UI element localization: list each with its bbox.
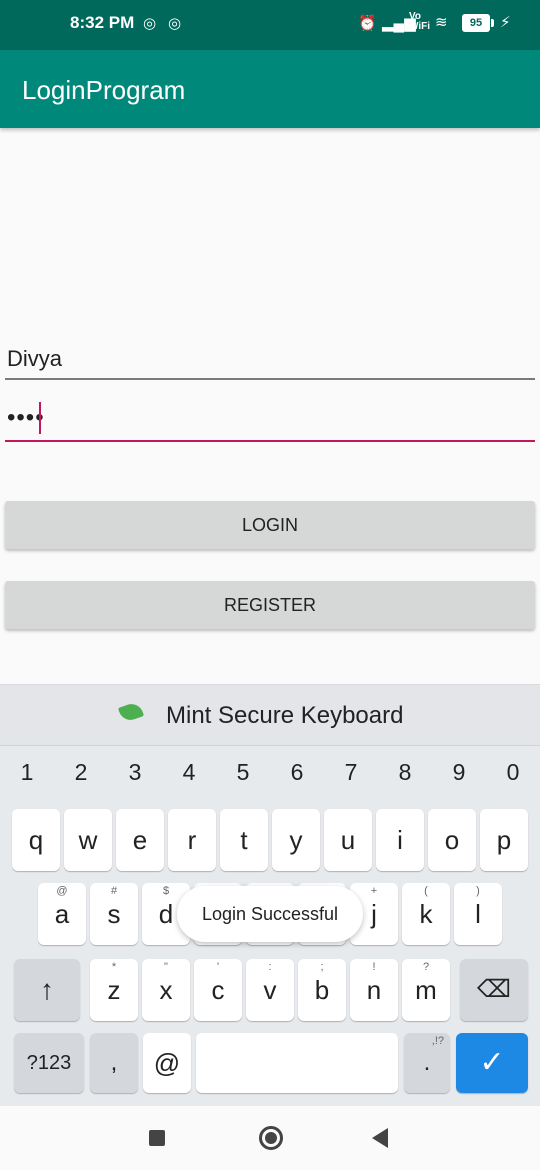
register-button[interactable]: REGISTER (5, 581, 535, 629)
key-hint: " (164, 961, 168, 973)
username-field[interactable]: Divya (5, 336, 535, 380)
battery-tip (491, 19, 494, 27)
wifi-icon: ≋ (435, 14, 448, 31)
checkmark-icon: ✓ (479, 1046, 505, 1079)
comma-key[interactable]: , (90, 1033, 138, 1093)
recents-icon[interactable] (149, 1130, 165, 1146)
key-n[interactable]: ! n (350, 959, 398, 1021)
key-8[interactable]: 8 (393, 759, 417, 786)
key-hint: : (268, 961, 272, 973)
navigation-bar (0, 1106, 540, 1170)
keyboard-title: Mint Secure Keyboard (166, 702, 404, 729)
vowifi-label: Vo WiFi (409, 11, 431, 32)
key-label: z (107, 975, 121, 1005)
key-a[interactable]: @ a (38, 883, 86, 945)
keyboard-header: Mint Secure Keyboard (0, 685, 540, 746)
space-key[interactable] (196, 1033, 398, 1093)
enter-key[interactable]: ✓ (456, 1033, 528, 1093)
key-s[interactable]: # s (90, 883, 138, 945)
key-hint: * (111, 961, 117, 973)
key-label: m (415, 975, 437, 1005)
key-hint: ,!? (431, 1035, 444, 1047)
key-i[interactable]: i (376, 809, 424, 871)
key-label: . (423, 1049, 431, 1076)
key-label: x (159, 975, 173, 1005)
key-p[interactable]: p (480, 809, 528, 871)
key-5[interactable]: 5 (231, 759, 255, 786)
key-hint: ) (476, 885, 480, 897)
status-bar: 8:32 PM ◎ ◎ ⏰ ▂▄▆ Vo WiFi ≋ 95 ⚡ (0, 0, 540, 50)
key-e[interactable]: e (116, 809, 164, 871)
battery-icon: 95 (462, 14, 490, 32)
home-icon-dot (265, 1132, 277, 1144)
key-hint: + (370, 885, 378, 897)
key-t[interactable]: t (220, 809, 268, 871)
key-2[interactable]: 2 (69, 759, 93, 786)
key-hint: ! (372, 961, 376, 973)
key-u[interactable]: u (324, 809, 372, 871)
key-label: l (475, 899, 481, 929)
key-label: d (158, 899, 174, 929)
charging-icon: ⚡ (500, 14, 511, 31)
key-label: j (371, 899, 377, 929)
key-0[interactable]: 0 (501, 759, 525, 786)
key-l[interactable]: ) l (454, 883, 502, 945)
key-hint: ( (424, 885, 428, 897)
key-label: b (314, 975, 330, 1005)
backspace-icon: ⌫ (477, 976, 511, 1003)
key-hint: ? (422, 961, 430, 973)
key-m[interactable]: ? m (402, 959, 450, 1021)
key-1[interactable]: 1 (15, 759, 39, 786)
app-bar: LoginProgram (0, 50, 540, 128)
username-value: Divya (7, 346, 63, 371)
key-4[interactable]: 4 (177, 759, 201, 786)
app-title: LoginProgram (22, 75, 186, 105)
key-q[interactable]: q (12, 809, 60, 871)
backspace-key[interactable]: ⌫ (460, 959, 528, 1021)
back-icon[interactable] (372, 1128, 388, 1148)
key-3[interactable]: 3 (123, 759, 147, 786)
key-y[interactable]: y (272, 809, 320, 871)
shift-icon: ↑ (40, 974, 54, 1005)
key-o[interactable]: o (428, 809, 476, 871)
key-z[interactable]: * z (90, 959, 138, 1021)
password-field[interactable]: •••• (5, 398, 535, 442)
key-hint: ; (320, 961, 324, 973)
key-label: v (263, 975, 277, 1005)
key-v[interactable]: :v (246, 959, 294, 1021)
key-6[interactable]: 6 (285, 759, 309, 786)
toast-message: Login Successful (177, 886, 363, 942)
at-key[interactable]: @ (143, 1033, 191, 1093)
key-hint: @ (56, 885, 68, 897)
key-b[interactable]: ; b (298, 959, 346, 1021)
key-label: s (107, 899, 121, 929)
period-key[interactable]: ,!?. (404, 1033, 450, 1093)
notification-icon: ◎ (168, 15, 182, 32)
key-hint: ' (216, 961, 220, 973)
key-label: a (54, 899, 70, 929)
key-label: k (419, 899, 433, 929)
key-9[interactable]: 9 (447, 759, 471, 786)
key-r[interactable]: r (168, 809, 216, 871)
key-hint: # (110, 885, 118, 897)
key-x[interactable]: " x (142, 959, 190, 1021)
key-label: n (366, 975, 382, 1005)
key-label: c (211, 975, 225, 1005)
alarm-icon: ⏰ (358, 15, 377, 32)
text-cursor (39, 402, 41, 434)
key-7[interactable]: 7 (339, 759, 363, 786)
key-c[interactable]: ' c (194, 959, 242, 1021)
leaf-icon (117, 700, 145, 724)
status-time: 8:32 PM (70, 13, 135, 32)
shift-key[interactable]: ↑ (14, 959, 80, 1021)
symbols-key[interactable]: ?123 (14, 1033, 84, 1093)
key-w[interactable]: w (64, 809, 112, 871)
key-k[interactable]: (k (402, 883, 450, 945)
notification-icon: ◎ (143, 15, 157, 32)
login-button[interactable]: LOGIN (5, 501, 535, 549)
